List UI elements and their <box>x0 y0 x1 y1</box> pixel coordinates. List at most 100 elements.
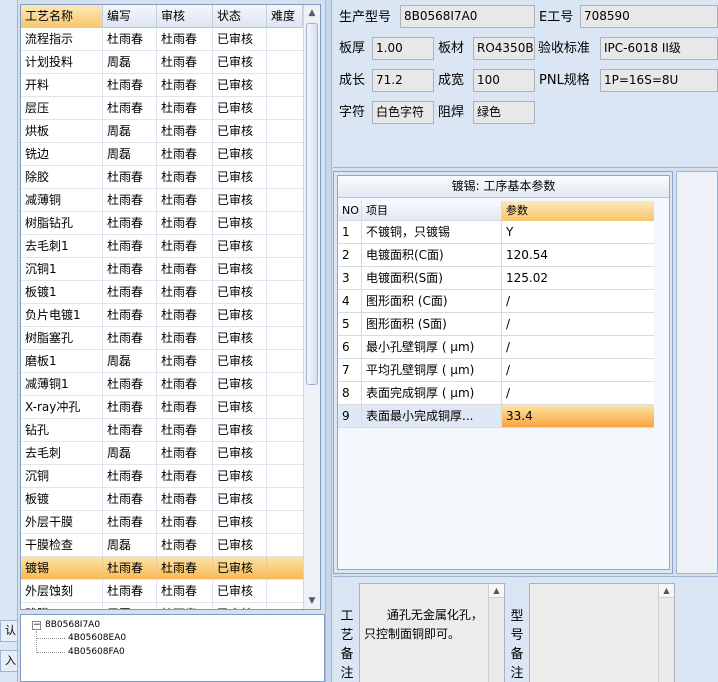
table-row[interactable]: 板镀 杜雨春 杜雨春 已审核 <box>21 488 303 511</box>
model-field[interactable]: 8B0568I7A0 <box>400 5 535 28</box>
status-cell[interactable]: 已审核 <box>213 534 267 557</box>
table-row[interactable]: 外层干膜 杜雨春 杜雨春 已审核 <box>21 511 303 534</box>
reviewer-cell[interactable]: 杜雨春 <box>157 442 213 465</box>
confirm-button[interactable]: 认 <box>0 620 18 642</box>
difficulty-cell[interactable] <box>267 51 303 74</box>
process-name-cell[interactable]: 减薄铜1 <box>21 373 103 396</box>
reviewer-cell[interactable]: 杜雨春 <box>157 419 213 442</box>
author-cell[interactable]: 周磊 <box>103 120 157 143</box>
input-button[interactable]: 入 <box>0 650 18 672</box>
status-cell[interactable]: 已审核 <box>213 28 267 51</box>
status-cell[interactable]: 已审核 <box>213 580 267 603</box>
status-cell[interactable]: 已审核 <box>213 258 267 281</box>
table-row[interactable]: 烘板 周磊 杜雨春 已审核 <box>21 120 303 143</box>
process-name-cell[interactable]: 干膜检查 <box>21 534 103 557</box>
table-row[interactable]: 残膜周磊杜雨春已审核 <box>21 603 303 609</box>
col-header-status[interactable]: 状态 <box>213 5 267 28</box>
difficulty-cell[interactable] <box>267 258 303 281</box>
status-cell[interactable]: 已审核 <box>213 396 267 419</box>
col-header-item[interactable]: 项目 <box>362 201 502 221</box>
status-cell[interactable]: 已审核 <box>213 120 267 143</box>
difficulty-cell[interactable] <box>267 120 303 143</box>
status-cell[interactable]: 已审核 <box>213 97 267 120</box>
author-cell[interactable]: 周磊 <box>103 51 157 74</box>
table-row[interactable]: 沉铜 杜雨春 杜雨春 已审核 <box>21 465 303 488</box>
process-name-cell[interactable]: 板镀1 <box>21 281 103 304</box>
param-no-cell[interactable]: 8 <box>338 382 362 404</box>
process-name-cell[interactable]: 外层干膜 <box>21 511 103 534</box>
pnl-field[interactable]: 1P=16S=8U <box>600 69 718 92</box>
status-cell[interactable]: 已审核 <box>213 465 267 488</box>
difficulty-cell[interactable] <box>267 350 303 373</box>
reviewer-cell[interactable]: 杜雨春 <box>157 373 213 396</box>
difficulty-cell[interactable] <box>267 281 303 304</box>
collapse-icon[interactable]: − <box>32 621 41 630</box>
author-cell[interactable]: 杜雨春 <box>103 189 157 212</box>
difficulty-cell[interactable] <box>267 28 303 51</box>
table-row[interactable]: 外层蚀刻 杜雨春 杜雨春 已审核 <box>21 580 303 603</box>
author-cell[interactable]: 杜雨春 <box>103 281 157 304</box>
author-cell[interactable]: 杜雨春 <box>103 488 157 511</box>
process-name-cell[interactable]: 镀锡 <box>21 557 103 580</box>
scroll-thumb[interactable] <box>306 23 318 385</box>
scroll-up-arrow-icon[interactable]: ▲ <box>659 584 674 598</box>
process-name-cell[interactable]: 铣边 <box>21 143 103 166</box>
table-row[interactable]: 磨板1 周磊 杜雨春 已审核 <box>21 350 303 373</box>
process-name-cell[interactable]: 钻孔 <box>21 419 103 442</box>
status-cell[interactable]: 已审核 <box>213 74 267 97</box>
table-row[interactable]: 沉铜1 杜雨春 杜雨春 已审核 <box>21 258 303 281</box>
table-row[interactable]: 5 图形面积 (S面) / <box>338 313 654 336</box>
process-name-cell[interactable]: 开料 <box>21 74 103 97</box>
param-value-cell[interactable]: 120.54 <box>502 244 654 266</box>
reviewer-cell[interactable]: 杜雨春 <box>157 557 213 580</box>
reviewer-cell[interactable]: 杜雨春 <box>157 258 213 281</box>
status-cell[interactable]: 已审核 <box>213 143 267 166</box>
param-value-cell[interactable]: / <box>502 382 654 404</box>
table-row[interactable]: 负片电镀1 杜雨春 杜雨春 已审核 <box>21 304 303 327</box>
status-cell[interactable]: 已审核 <box>213 189 267 212</box>
status-cell[interactable]: 已审核 <box>213 235 267 258</box>
author-cell[interactable]: 杜雨春 <box>103 511 157 534</box>
col-header-no[interactable]: NO <box>338 201 362 221</box>
model-tree[interactable]: − 8B0568I7A0 4B05608EA0 4B05608FA0 <box>20 614 325 682</box>
difficulty-cell[interactable] <box>267 304 303 327</box>
model-remarks-textarea[interactable]: ▲ <box>529 583 675 682</box>
reviewer-cell[interactable]: 杜雨春 <box>157 603 213 609</box>
col-header-reviewer[interactable]: 审核 <box>157 5 213 28</box>
param-value-cell[interactable]: 33.4 <box>502 405 654 427</box>
reviewer-cell[interactable]: 杜雨春 <box>157 166 213 189</box>
author-cell[interactable]: 周磊 <box>103 534 157 557</box>
difficulty-cell[interactable] <box>267 534 303 557</box>
process-name-cell[interactable]: X-ray冲孔 <box>21 396 103 419</box>
table-row[interactable]: 干膜检查 周磊 杜雨春 已审核 <box>21 534 303 557</box>
table-row[interactable]: 除胶 杜雨春 杜雨春 已审核 <box>21 166 303 189</box>
author-cell[interactable]: 杜雨春 <box>103 235 157 258</box>
process-grid[interactable]: 工艺名称 编写 审核 状态 难度 流程指示 杜雨春 杜雨春 已审核 计划投料 周磊 杜雨春已… <box>20 4 321 610</box>
param-no-cell[interactable]: 6 <box>338 336 362 358</box>
param-no-cell[interactable]: 5 <box>338 313 362 335</box>
param-no-cell[interactable]: 3 <box>338 267 362 289</box>
table-row[interactable]: 2 电镀面积(C面) 120.54 <box>338 244 654 267</box>
table-row[interactable]: 钻孔 杜雨春 杜雨春 已审核 <box>21 419 303 442</box>
param-item-cell[interactable]: 平均孔壁铜厚 ( μm) <box>362 359 502 381</box>
author-cell[interactable]: 杜雨春 <box>103 580 157 603</box>
model-remarks-scrollbar[interactable]: ▲ <box>658 584 674 682</box>
status-cell[interactable]: 已审核 <box>213 212 267 235</box>
param-item-cell[interactable]: 图形面积 (C面) <box>362 290 502 312</box>
table-row[interactable]: 树脂钻孔 杜雨春 杜雨春 已审核 <box>21 212 303 235</box>
process-grid-scrollbar[interactable]: ▲ ▼ <box>303 5 320 609</box>
process-name-cell[interactable]: 沉铜 <box>21 465 103 488</box>
vertical-splitter[interactable] <box>325 0 332 682</box>
param-no-cell[interactable]: 1 <box>338 221 362 243</box>
table-row[interactable]: 树脂塞孔 杜雨春 杜雨春 已审核 <box>21 327 303 350</box>
table-row[interactable]: 层压 杜雨春 杜雨春 已审核 <box>21 97 303 120</box>
difficulty-cell[interactable] <box>267 465 303 488</box>
solder-mask-field[interactable]: 绿色 <box>473 101 535 124</box>
difficulty-cell[interactable] <box>267 603 303 609</box>
table-row[interactable]: 去毛刺 周磊 杜雨春 已审核 <box>21 442 303 465</box>
process-name-cell[interactable]: 减薄铜 <box>21 189 103 212</box>
author-cell[interactable]: 杜雨春 <box>103 373 157 396</box>
param-no-cell[interactable]: 4 <box>338 290 362 312</box>
table-row[interactable]: 4 图形面积 (C面) / <box>338 290 654 313</box>
author-cell[interactable]: 杜雨春 <box>103 419 157 442</box>
